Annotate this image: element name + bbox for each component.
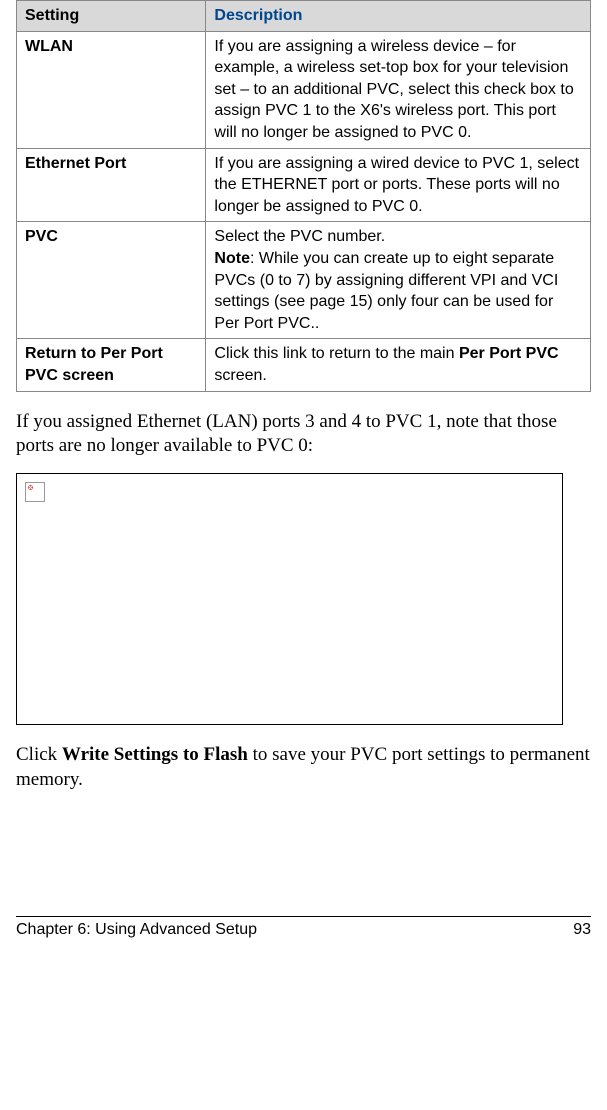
setting-description: Select the PVC number. Note: While you ca…: [206, 222, 591, 339]
screenshot-placeholder: [16, 473, 563, 725]
page-footer: Chapter 6: Using Advanced Setup 93: [16, 917, 591, 939]
setting-name: WLAN: [17, 31, 206, 148]
setting-description: If you are assigning a wired device to P…: [206, 148, 591, 222]
desc-pre: Click this link to return to the main: [214, 345, 459, 362]
note-text: : While you can create up to eight separ…: [214, 250, 558, 332]
table-row: Return to Per Port PVC screen Click this…: [17, 339, 591, 391]
table-row: PVC Select the PVC number. Note: While yo…: [17, 222, 591, 339]
header-setting: Setting: [17, 1, 206, 32]
table-row: Ethernet Port If you are assigning a wir…: [17, 148, 591, 222]
footer-chapter: Chapter 6: Using Advanced Setup: [16, 921, 257, 939]
para2-bold: Write Settings to Flash: [62, 744, 248, 765]
header-description: Description: [206, 1, 591, 32]
setting-description: If you are assigning a wireless device –…: [206, 31, 591, 148]
desc-post: screen.: [214, 367, 266, 384]
para2-pre: Click: [16, 744, 62, 765]
setting-description: Click this link to return to the main Pe…: [206, 339, 591, 391]
footer-page-number: 93: [573, 921, 591, 939]
desc-text: Select the PVC number.: [214, 228, 385, 245]
setting-name: Ethernet Port: [17, 148, 206, 222]
note-label: Note: [214, 250, 250, 267]
setting-name: Return to Per Port PVC screen: [17, 339, 206, 391]
broken-image-icon: [25, 482, 45, 502]
paragraph-assign-note: If you assigned Ethernet (LAN) ports 3 a…: [16, 410, 591, 459]
table-row: WLAN If you are assigning a wireless dev…: [17, 31, 591, 148]
paragraph-write-flash: Click Write Settings to Flash to save yo…: [16, 743, 591, 792]
settings-table: Setting Description WLAN If you are assi…: [16, 0, 591, 392]
setting-name: PVC: [17, 222, 206, 339]
desc-bold: Per Port PVC: [459, 345, 559, 362]
